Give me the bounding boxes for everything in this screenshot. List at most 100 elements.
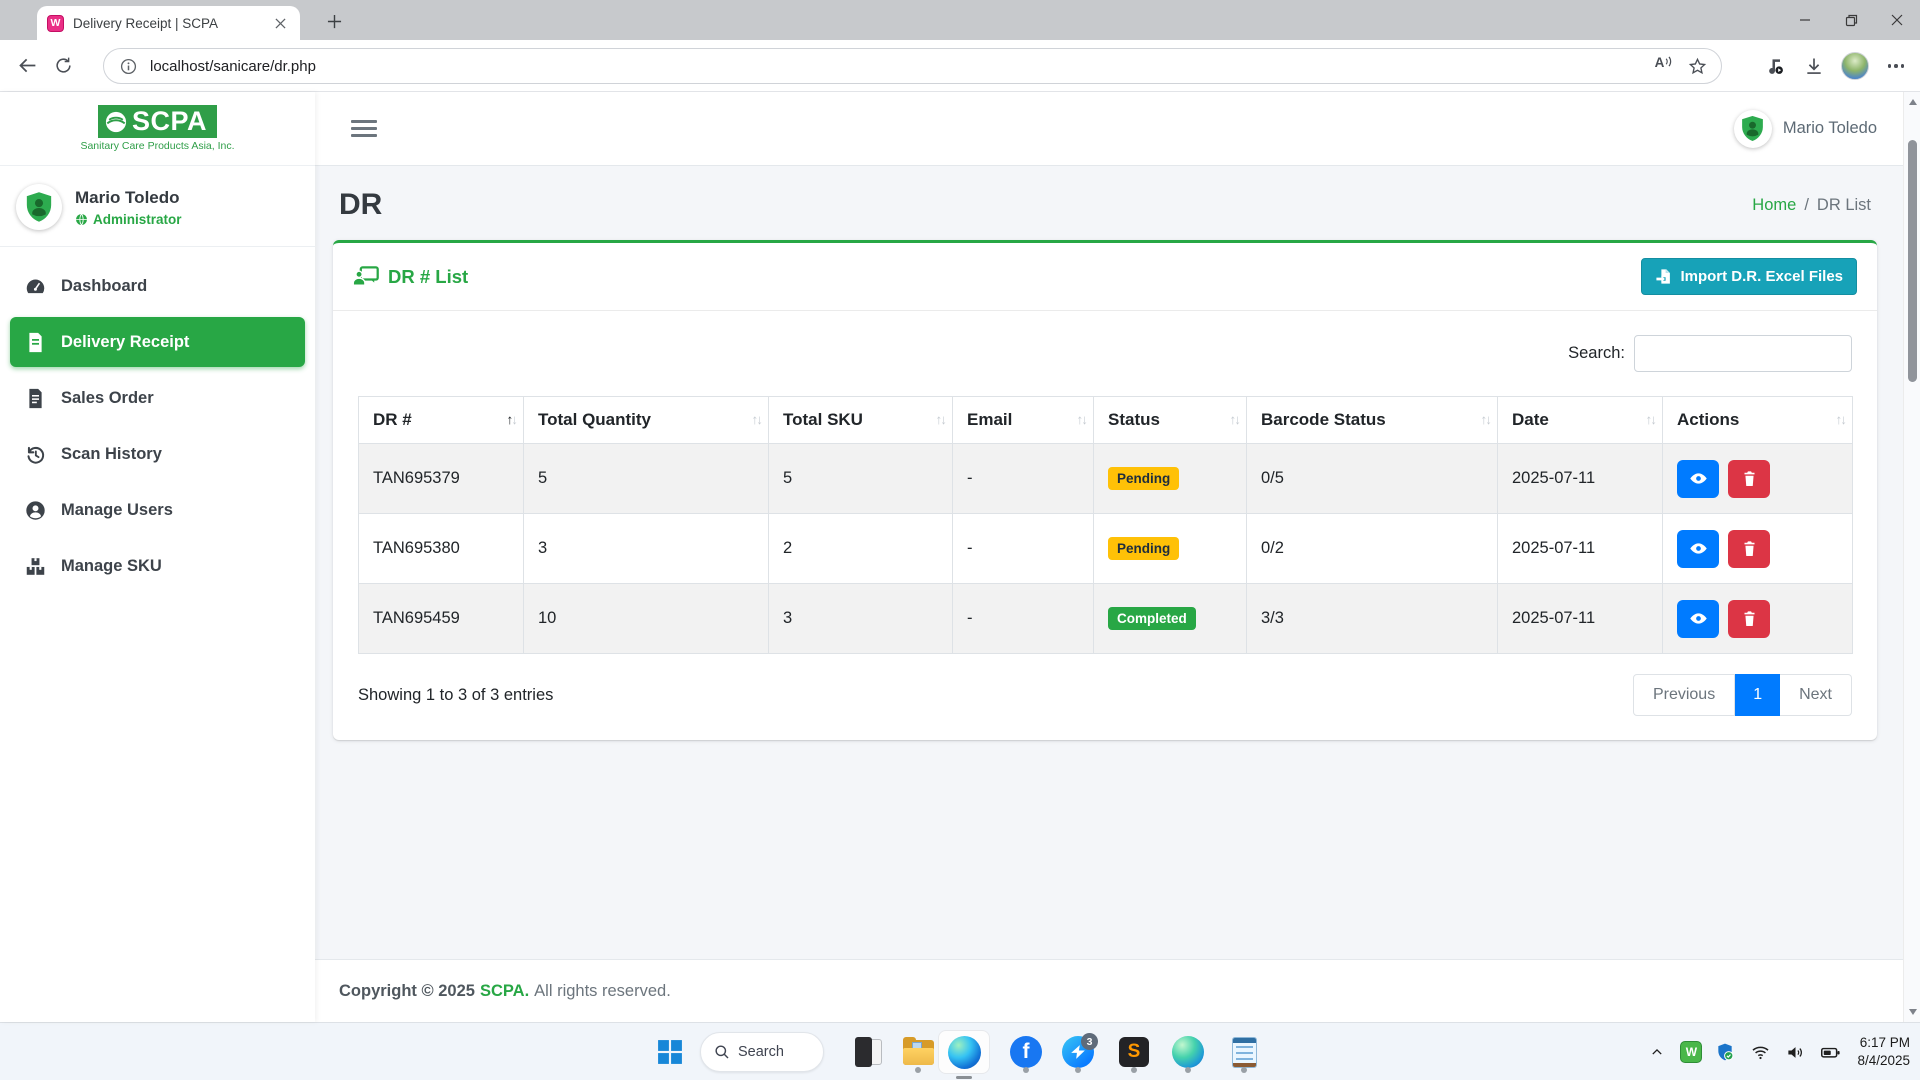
taskbar-search[interactable]: Search [700, 1032, 824, 1072]
security-shield-icon[interactable] [1713, 1040, 1737, 1064]
column-header-total-sku[interactable]: Total SKU↑↓ [769, 397, 953, 444]
taskbar-facebook[interactable]: f [1004, 1030, 1048, 1074]
previous-page-button[interactable]: Previous [1633, 674, 1735, 716]
sidebar-item-scan-history[interactable]: Scan History [10, 429, 305, 479]
taskbar-notepad[interactable] [1222, 1030, 1266, 1074]
clock-date: 8/4/2025 [1857, 1052, 1910, 1070]
taskbar-edge-secondary[interactable] [1166, 1030, 1210, 1074]
footer-brand-link[interactable]: SCPA. [480, 982, 529, 1001]
site-info-icon[interactable] [117, 55, 139, 77]
sidebar-item-label: Dashboard [61, 277, 147, 296]
edge-browser-icon [1172, 1036, 1204, 1068]
tab-close-icon[interactable] [270, 13, 290, 33]
delete-button[interactable] [1728, 460, 1770, 498]
scroll-down-icon[interactable] [1904, 1004, 1920, 1020]
table-row: TAN695379 5 5 - Pending 0/5 2025-07-11 [359, 444, 1853, 514]
brand-logo[interactable]: SCPA Sanitary Care Products Asia, Inc. [0, 92, 315, 166]
browser-toolbar: localhost/sanicare/dr.php A [0, 40, 1920, 92]
start-button[interactable] [648, 1030, 692, 1074]
taskbar-messenger[interactable]: 3 [1056, 1030, 1100, 1074]
cell-dr-number: TAN695379 [359, 444, 524, 514]
downloads-icon[interactable] [1802, 54, 1826, 78]
breadcrumb-separator: / [1804, 196, 1809, 215]
sidebar: SCPA Sanitary Care Products Asia, Inc. M… [0, 92, 315, 1022]
taskbar-clock[interactable]: 6:17 PM 8/4/2025 [1857, 1034, 1910, 1069]
wampserver-favicon-icon: W [47, 15, 64, 32]
app-window-icon [855, 1037, 882, 1067]
page-number-button[interactable]: 1 [1735, 674, 1780, 716]
url-text[interactable]: localhost/sanicare/dr.php [150, 58, 1642, 75]
search-input[interactable] [1634, 335, 1852, 372]
cell-total-sku: 2 [769, 514, 953, 584]
import-excel-button[interactable]: Import D.R. Excel Files [1641, 258, 1857, 295]
reload-icon[interactable] [48, 51, 78, 81]
topnav-user[interactable]: Mario Toledo [1734, 110, 1877, 148]
read-aloud-icon[interactable]: A [1653, 55, 1675, 77]
taskbar-file-explorer[interactable] [896, 1030, 940, 1074]
column-header-date[interactable]: Date↑↓ [1498, 397, 1663, 444]
folder-icon [903, 1040, 934, 1065]
pagination: Previous 1 Next [1633, 674, 1852, 716]
taskbar-edge-active[interactable] [942, 1030, 986, 1074]
user-circle-icon [25, 500, 46, 521]
view-button[interactable] [1677, 600, 1719, 638]
edge-browser-icon [948, 1036, 981, 1069]
battery-icon[interactable] [1818, 1040, 1842, 1064]
sublime-text-icon: S [1119, 1037, 1149, 1067]
breadcrumb-home-link[interactable]: Home [1752, 196, 1796, 215]
receipt-icon [25, 332, 46, 353]
sort-icon: ↑↓ [507, 412, 517, 427]
restore-button[interactable] [1828, 0, 1874, 40]
sidebar-item-label: Manage SKU [61, 557, 162, 576]
favorite-star-icon[interactable] [1686, 55, 1708, 77]
clock-time: 6:17 PM [1857, 1034, 1910, 1052]
next-page-button[interactable]: Next [1780, 674, 1852, 716]
sidebar-item-label: Scan History [61, 445, 162, 464]
taskbar-sublime[interactable]: S [1112, 1030, 1156, 1074]
tray-chevron-up-icon[interactable] [1645, 1040, 1669, 1064]
volume-icon[interactable] [1783, 1040, 1807, 1064]
notification-badge: 3 [1081, 1033, 1098, 1050]
taskbar-search-label: Search [738, 1044, 784, 1060]
address-bar[interactable]: localhost/sanicare/dr.php A [103, 48, 1722, 84]
sidebar-item-dashboard[interactable]: Dashboard [10, 261, 305, 311]
sort-icon: ↑↓ [936, 412, 946, 427]
boxes-icon [25, 556, 46, 577]
delete-button[interactable] [1728, 530, 1770, 568]
notepad-icon [1232, 1037, 1257, 1068]
scroll-up-icon[interactable] [1904, 94, 1920, 110]
browser-menu-icon[interactable] [1884, 54, 1908, 78]
browser-tab[interactable]: W Delivery Receipt | SCPA [37, 6, 300, 40]
column-header-actions[interactable]: Actions↑↓ [1663, 397, 1853, 444]
delete-button[interactable] [1728, 600, 1770, 638]
sidebar-item-manage-users[interactable]: Manage Users [10, 485, 305, 535]
view-button[interactable] [1677, 530, 1719, 568]
sort-icon: ↑↓ [1646, 412, 1656, 427]
sidebar-item-label: Manage Users [61, 501, 173, 520]
scrollbar-thumb[interactable] [1908, 140, 1917, 382]
browser-profile-avatar[interactable] [1841, 52, 1869, 80]
sidebar-item-delivery-receipt[interactable]: Delivery Receipt [10, 317, 305, 367]
media-controls-icon[interactable] [1763, 54, 1787, 78]
sidebar-item-sales-order[interactable]: Sales Order [10, 373, 305, 423]
page-scrollbar[interactable] [1903, 92, 1920, 1022]
wampserver-tray-icon[interactable]: W [1680, 1041, 1702, 1063]
search-icon [714, 1044, 730, 1060]
sidebar-user-name: Mario Toledo [75, 188, 182, 208]
minimize-button[interactable] [1782, 0, 1828, 40]
column-header-total-quantity[interactable]: Total Quantity↑↓ [524, 397, 769, 444]
rights-text: All rights reserved. [534, 982, 671, 1001]
hamburger-menu-icon[interactable] [351, 120, 377, 137]
column-header-barcode-status[interactable]: Barcode Status↑↓ [1247, 397, 1498, 444]
back-icon[interactable] [12, 51, 42, 81]
cell-barcode-status: 0/5 [1247, 444, 1498, 514]
column-header-dr[interactable]: DR #↑↓ [359, 397, 524, 444]
taskbar-app-window[interactable] [846, 1030, 890, 1074]
new-tab-button[interactable] [322, 9, 346, 33]
column-header-status[interactable]: Status↑↓ [1094, 397, 1247, 444]
view-button[interactable] [1677, 460, 1719, 498]
column-header-email[interactable]: Email↑↓ [953, 397, 1094, 444]
sidebar-item-manage-sku[interactable]: Manage SKU [10, 541, 305, 591]
wifi-icon[interactable] [1748, 1040, 1772, 1064]
close-window-button[interactable] [1874, 0, 1920, 40]
